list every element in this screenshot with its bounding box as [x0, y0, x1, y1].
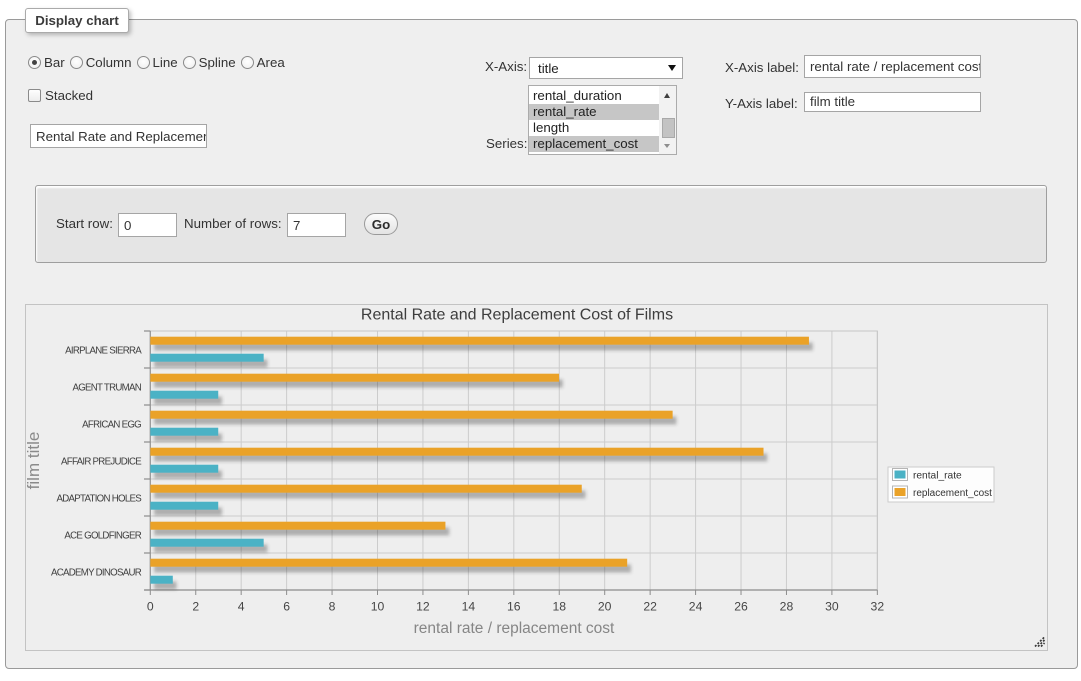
- svg-text:12: 12: [416, 600, 430, 614]
- svg-text:20: 20: [598, 600, 612, 614]
- svg-text:8: 8: [329, 600, 336, 614]
- svg-text:ACADEMY DINOSAUR: ACADEMY DINOSAUR: [51, 568, 142, 579]
- svg-text:Rental Rate and Replacement Co: Rental Rate and Replacement Cost of Film…: [361, 306, 673, 323]
- svg-text:14: 14: [462, 600, 476, 614]
- svg-text:16: 16: [507, 600, 521, 614]
- svg-text:rental rate / replacement cost: rental rate / replacement cost: [414, 620, 615, 637]
- svg-text:AFRICAN EGG: AFRICAN EGG: [82, 420, 141, 431]
- svg-text:AIRPLANE SIERRA: AIRPLANE SIERRA: [65, 346, 142, 357]
- svg-text:AFFAIR PREJUDICE: AFFAIR PREJUDICE: [61, 457, 142, 468]
- svg-text:ACE GOLDFINGER: ACE GOLDFINGER: [64, 531, 141, 542]
- svg-text:18: 18: [552, 600, 566, 614]
- svg-text:32: 32: [871, 600, 885, 614]
- svg-text:28: 28: [780, 600, 794, 614]
- svg-text:10: 10: [371, 600, 385, 614]
- svg-text:ADAPTATION HOLES: ADAPTATION HOLES: [57, 494, 143, 505]
- svg-text:film title: film title: [25, 432, 43, 490]
- svg-text:22: 22: [643, 600, 657, 614]
- svg-text:4: 4: [238, 600, 245, 614]
- svg-text:0: 0: [147, 600, 154, 614]
- svg-text:6: 6: [283, 600, 290, 614]
- svg-text:30: 30: [825, 600, 839, 614]
- svg-text:26: 26: [734, 600, 748, 614]
- svg-text:24: 24: [689, 600, 703, 614]
- svg-text:replacement_cost: replacement_cost: [913, 488, 992, 499]
- svg-text:AGENT TRUMAN: AGENT TRUMAN: [72, 383, 141, 394]
- svg-text:rental_rate: rental_rate: [913, 471, 962, 482]
- svg-text:2: 2: [192, 600, 199, 614]
